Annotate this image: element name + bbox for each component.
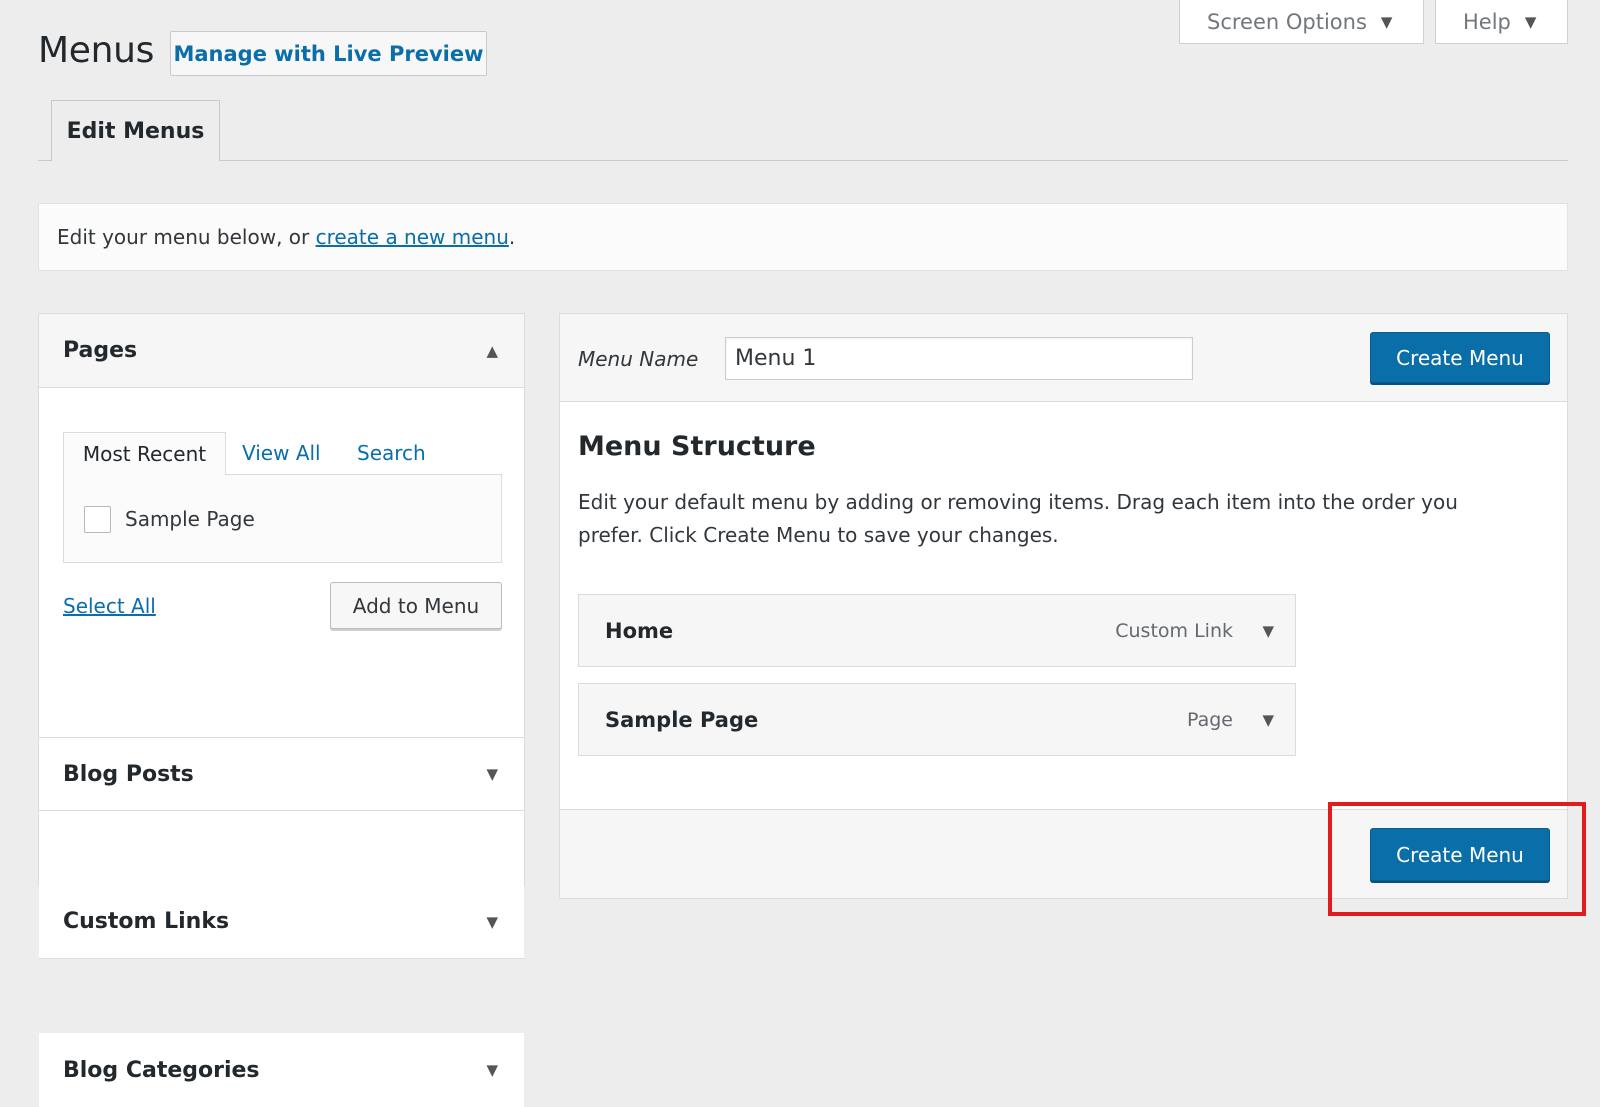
menu-item-home[interactable]: Home Custom Link ▼: [578, 594, 1296, 667]
chevron-down-icon: ▼: [486, 1061, 498, 1079]
help-button[interactable]: Help ▼: [1435, 0, 1568, 44]
chevron-down-icon: ▼: [486, 912, 498, 931]
menu-name-input[interactable]: [725, 337, 1193, 380]
menu-structure-title: Menu Structure: [578, 431, 816, 462]
tab-edit-menus[interactable]: Edit Menus: [51, 100, 220, 161]
accordion-blog-posts-title: Blog Posts: [63, 761, 194, 787]
pages-tab-panel: Sample Page: [63, 474, 502, 563]
screen-options-button[interactable]: Screen Options ▼: [1179, 0, 1424, 44]
accordion-pages-title: Pages: [63, 338, 138, 363]
create-menu-button-top[interactable]: Create Menu: [1370, 332, 1550, 383]
menu-management-panel: Menu Name Create Menu Menu Structure Edi…: [559, 313, 1568, 899]
menu-name-label: Menu Name: [578, 347, 699, 371]
screen-options-label: Screen Options: [1207, 9, 1367, 34]
page-title: Menus: [38, 30, 155, 71]
sample-page-checkbox[interactable]: [84, 505, 111, 533]
select-all-link[interactable]: Select All: [63, 594, 156, 618]
chevron-down-icon[interactable]: ▼: [1262, 711, 1274, 729]
add-menu-items-panel: Pages ▲ Most Recent View All Search Samp…: [38, 313, 525, 1107]
sample-page-label: Sample Page: [125, 507, 255, 531]
notice-text: Edit your menu below, or: [57, 225, 316, 249]
menu-item-title: Sample Page: [605, 707, 759, 732]
add-to-menu-button[interactable]: Add to Menu: [330, 582, 502, 629]
help-label: Help: [1463, 9, 1511, 34]
create-new-menu-link[interactable]: create a new menu: [316, 225, 509, 249]
accordion-blog-categories-header[interactable]: Blog Categories ▼: [39, 1033, 524, 1107]
list-item[interactable]: Sample Page: [84, 505, 255, 533]
menu-item-sample-page[interactable]: Sample Page Page ▼: [578, 683, 1296, 756]
tab-most-recent[interactable]: Most Recent: [63, 432, 226, 475]
menu-item-type: Page: [1187, 708, 1233, 731]
notice-suffix: .: [508, 225, 516, 249]
create-menu-button-bottom[interactable]: Create Menu: [1370, 828, 1550, 881]
menu-item-type: Custom Link: [1115, 619, 1233, 642]
accordion-blog-categories-title: Blog Categories: [63, 1057, 260, 1083]
chevron-down-icon: ▼: [486, 765, 498, 783]
manage-live-preview-button[interactable]: Manage with Live Preview: [170, 31, 487, 76]
accordion-custom-links-title: Custom Links: [63, 909, 230, 934]
tab-view-all[interactable]: View All: [242, 432, 321, 474]
chevron-down-icon[interactable]: ▼: [1262, 622, 1274, 640]
menu-item-title: Home: [605, 618, 674, 643]
menu-structure-description: Edit your default menu by adding or remo…: [578, 490, 1458, 547]
chevron-up-icon: ▲: [486, 341, 498, 360]
tab-divider: [38, 160, 1568, 161]
accordion-pages-header[interactable]: Pages ▲: [39, 314, 524, 388]
menu-header: Menu Name Create Menu: [560, 314, 1567, 402]
edit-menu-notice: Edit your menu below, or create a new me…: [38, 203, 1568, 271]
accordion-blog-posts-header[interactable]: Blog Posts ▼: [39, 737, 524, 811]
tab-search[interactable]: Search: [357, 432, 426, 474]
menu-footer: Create Menu: [560, 809, 1567, 898]
accordion-custom-links-header[interactable]: Custom Links ▼: [39, 885, 524, 959]
chevron-down-icon: ▼: [1380, 12, 1393, 31]
chevron-down-icon: ▼: [1524, 12, 1537, 31]
